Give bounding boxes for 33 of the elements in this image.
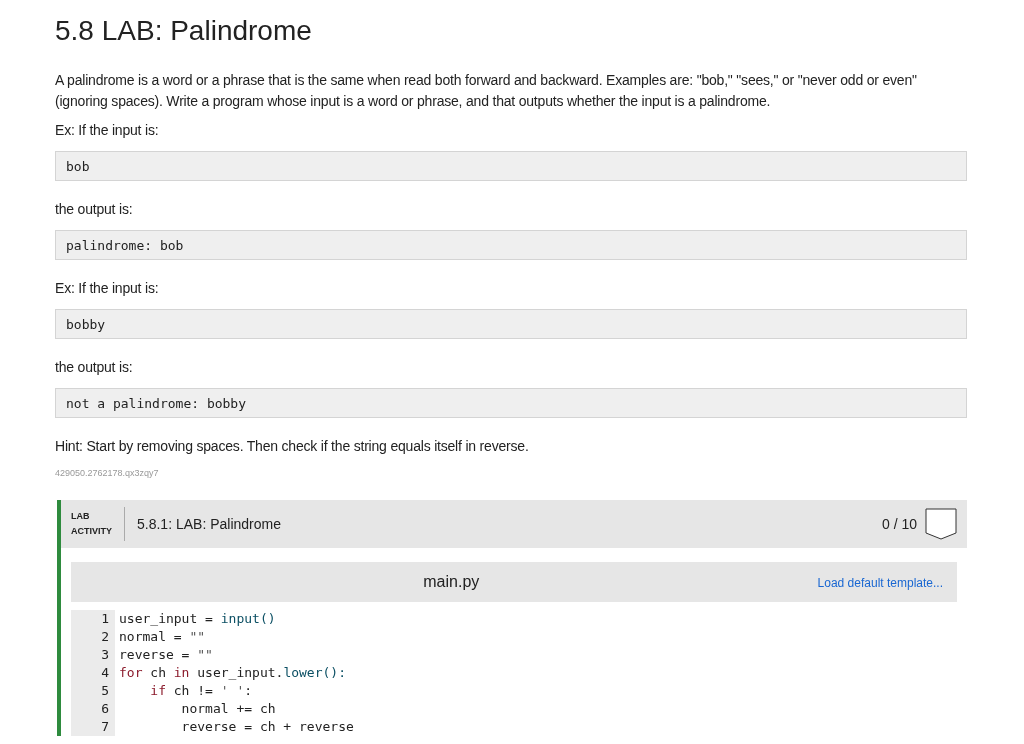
line-number: 4 [100,664,109,683]
line-number: 2 [100,628,109,647]
paragraph: the output is: [55,199,134,219]
code-example: palindrome: bob [55,229,967,260]
line-number: 5 [100,682,109,701]
code-line: if ch != ' ': [149,682,254,701]
lab-label: ACTIVITY [71,525,112,539]
code-example: bobby [55,308,967,339]
paragraph: Hint: Start by removing spaces. Then check if the string equals itself in reverse. [55,436,530,456]
line-number: 3 [100,646,109,665]
activity-title: 5.8.1: LAB: Palindrome [137,514,282,534]
page-title: 5.8 LAB: Palindrome [55,14,313,48]
paragraph: A palindrome is a word or a phrase that is the same when read both forward and backward. Examples are: "bob," "sees," or "never odd or even" (ignoring spaces). Write a program whose input is a word or phrase, and that outputs whether the input is a palindrome. [55,70,918,111]
template-link[interactable]: Load default template... [817,575,943,590]
paragraph: Ex: If the input is: [55,120,160,140]
content-id: 429050.2762178.qx3zqy7 [55,466,160,480]
code-line: normal = "" [119,628,207,647]
score-text: 0 / 10 [881,514,917,534]
filename: main.py [423,572,480,593]
code-line: reverse = "" [119,646,214,665]
paragraph: the output is: [55,357,134,377]
code-line: user_input = input() [119,610,277,629]
code-line: for ch in user_input.lower(): [119,664,347,683]
code-example: not a palindrome: bobby [55,387,967,418]
code-line: reverse = ch + reverse [180,718,354,737]
lab-label: LAB [71,510,91,524]
code-line: normal += ch [180,700,277,719]
shield-icon [925,508,957,541]
line-number: 6 [100,700,109,719]
line-number: 1 [100,610,109,629]
code-example: bob [55,150,967,181]
paragraph: Ex: If the input is: [55,278,160,298]
line-number: 7 [100,718,109,737]
